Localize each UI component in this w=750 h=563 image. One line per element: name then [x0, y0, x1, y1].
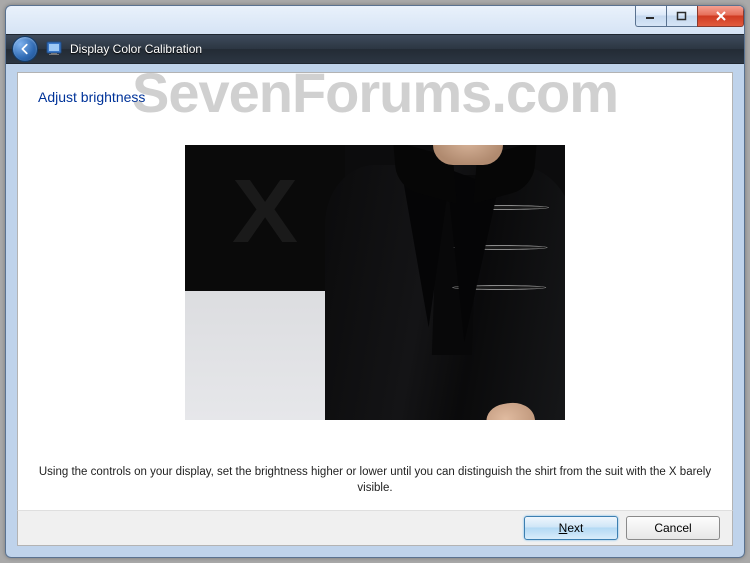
app-icon: [46, 41, 62, 57]
minimize-icon: [645, 11, 657, 21]
maximize-icon: [676, 11, 688, 21]
wizard-footer: Next Cancel: [17, 510, 733, 546]
window-controls: [635, 6, 744, 27]
cancel-label: Cancel: [654, 521, 691, 535]
next-label-rest: ext: [567, 521, 583, 535]
brightness-sample-image: X: [185, 145, 565, 420]
close-icon: [715, 11, 727, 21]
maximize-button[interactable]: [666, 6, 697, 27]
sample-x-mark: X: [232, 167, 298, 257]
back-arrow-icon: [18, 42, 32, 56]
page-heading: Adjust brightness: [18, 73, 732, 115]
window-title: Display Color Calibration: [70, 42, 202, 56]
cancel-button[interactable]: Cancel: [626, 516, 720, 540]
sample-figure: [315, 145, 565, 420]
instruction-text: Using the controls on your display, set …: [18, 464, 732, 496]
wizard-content: Adjust brightness X Using the controls o…: [17, 72, 733, 511]
back-button[interactable]: [12, 36, 38, 62]
sample-area: X: [18, 145, 732, 420]
titlebar: [6, 6, 744, 34]
minimize-button[interactable]: [635, 6, 666, 27]
next-button[interactable]: Next: [524, 516, 618, 540]
navbar: Display Color Calibration: [6, 34, 744, 64]
close-button[interactable]: [697, 6, 744, 27]
wizard-window: Display Color Calibration Adjust brightn…: [5, 5, 745, 558]
